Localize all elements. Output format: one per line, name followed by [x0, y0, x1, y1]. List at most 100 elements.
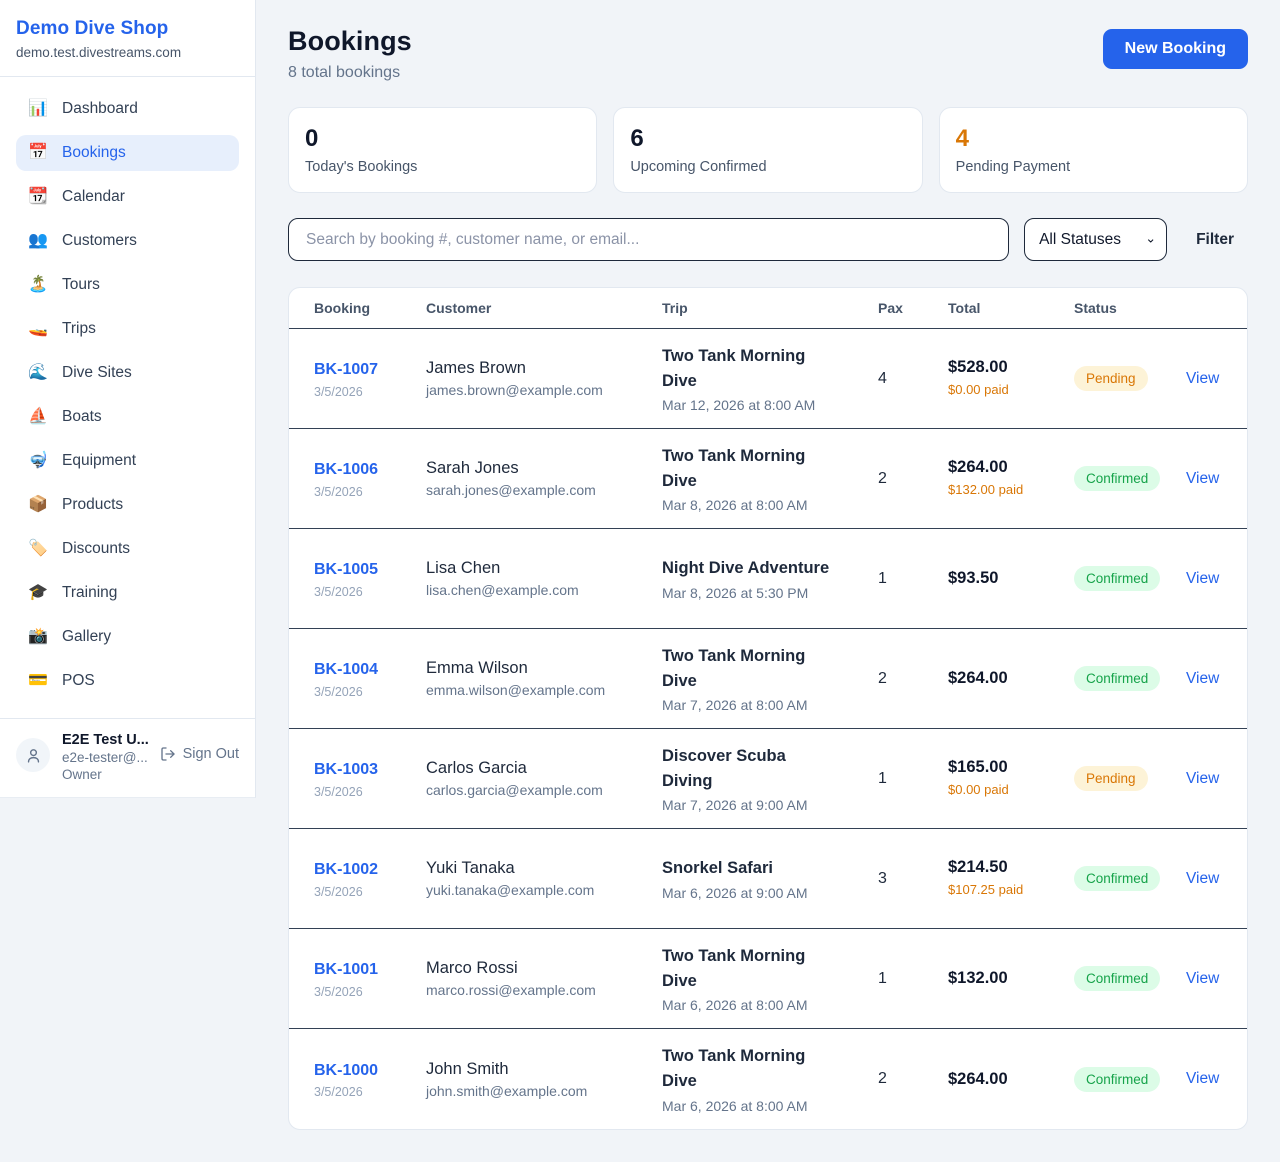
- island-icon: 🏝️: [28, 277, 48, 293]
- sidebar-item-equipment[interactable]: 🤿 Equipment: [16, 443, 239, 479]
- user-footer: E2E Test U... e2e-tester@... Owner Sign …: [0, 718, 255, 797]
- booking-id-link[interactable]: BK-1003: [314, 758, 390, 783]
- pax-count: 2: [878, 470, 948, 488]
- trip-name: Two Tank Morning Dive: [662, 444, 834, 494]
- search-input[interactable]: [288, 218, 1009, 261]
- total-amount: $93.50: [948, 569, 1074, 588]
- customer-email: james.brown@example.com: [426, 382, 662, 398]
- sign-out-button[interactable]: Sign Out: [160, 746, 239, 762]
- customer-email: lisa.chen@example.com: [426, 582, 662, 598]
- sidebar-item-label: Gallery: [62, 628, 111, 646]
- status-badge: Confirmed: [1074, 866, 1160, 891]
- trip-datetime: Mar 8, 2026 at 8:00 AM: [662, 497, 878, 513]
- view-link[interactable]: View: [1186, 670, 1219, 688]
- stat-label: Today's Bookings: [305, 159, 580, 175]
- status-badge: Pending: [1074, 366, 1148, 391]
- status-badge: Confirmed: [1074, 566, 1160, 591]
- sidebar-item-tours[interactable]: 🏝️ Tours: [16, 267, 239, 303]
- booking-id-link[interactable]: BK-1004: [314, 658, 390, 683]
- sidebar-item-products[interactable]: 📦 Products: [16, 487, 239, 523]
- booking-id-link[interactable]: BK-1005: [314, 558, 390, 583]
- total-amount: $264.00: [948, 1070, 1074, 1089]
- package-icon: 📦: [28, 497, 48, 513]
- credit-card-icon: 💳: [28, 673, 48, 689]
- trip-datetime: Mar 7, 2026 at 8:00 AM: [662, 697, 878, 713]
- sidebar-item-training[interactable]: 🎓 Training: [16, 575, 239, 611]
- sidebar-item-label: Tours: [62, 276, 100, 294]
- column-header-trip: Trip: [662, 300, 878, 316]
- sidebar-item-calendar[interactable]: 📆 Calendar: [16, 179, 239, 215]
- page-header: Bookings 8 total bookings New Booking: [288, 26, 1248, 82]
- view-link[interactable]: View: [1186, 570, 1219, 588]
- sidebar-item-label: Customers: [62, 232, 137, 250]
- bar-chart-icon: 📊: [28, 101, 48, 117]
- column-header-status: Status: [1074, 300, 1186, 316]
- column-header-customer: Customer: [426, 300, 662, 316]
- filter-button[interactable]: Filter: [1182, 221, 1248, 259]
- customer-email: john.smith@example.com: [426, 1083, 662, 1099]
- booking-row: BK-10063/5/2026 Sarah Jonessarah.jones@e…: [289, 429, 1247, 529]
- filter-row: All Statuses ⌄ Filter: [288, 218, 1248, 261]
- stats-row: 0 Today's Bookings 6 Upcoming Confirmed …: [288, 107, 1248, 193]
- sidebar-item-gallery[interactable]: 📸 Gallery: [16, 619, 239, 655]
- trip-name: Snorkel Safari: [662, 856, 834, 881]
- pax-count: 2: [878, 1070, 948, 1088]
- column-header-total: Total: [948, 300, 1074, 316]
- view-link[interactable]: View: [1186, 970, 1219, 988]
- user-info: E2E Test U... e2e-tester@... Owner: [62, 732, 160, 782]
- sidebar-item-customers[interactable]: 👥 Customers: [16, 223, 239, 259]
- booking-id-link[interactable]: BK-1002: [314, 858, 390, 883]
- booking-id-link[interactable]: BK-1000: [314, 1059, 390, 1084]
- total-amount: $264.00: [948, 458, 1074, 477]
- booking-id-link[interactable]: BK-1006: [314, 458, 390, 483]
- booking-row: BK-10043/5/2026 Emma Wilsonemma.wilson@e…: [289, 629, 1247, 729]
- booking-id-link[interactable]: BK-1001: [314, 958, 390, 983]
- stat-value: 4: [956, 125, 1231, 153]
- paid-amount: $0.00 paid: [948, 781, 1032, 800]
- trip-name: Night Dive Adventure: [662, 556, 834, 581]
- total-amount: $132.00: [948, 969, 1074, 988]
- trip-datetime: Mar 6, 2026 at 8:00 AM: [662, 1098, 878, 1114]
- status-badge: Confirmed: [1074, 1067, 1160, 1092]
- trip-name: Two Tank Morning Dive: [662, 644, 834, 694]
- sidebar-item-dive-sites[interactable]: 🌊 Dive Sites: [16, 355, 239, 391]
- user-email: e2e-tester@...: [62, 750, 160, 765]
- trip-name: Discover Scuba Diving: [662, 744, 834, 794]
- sidebar-item-label: Discounts: [62, 540, 130, 558]
- view-link[interactable]: View: [1186, 370, 1219, 388]
- new-booking-button[interactable]: New Booking: [1103, 29, 1248, 69]
- status-select-wrap: All Statuses ⌄: [1024, 218, 1167, 261]
- status-select[interactable]: All Statuses: [1024, 218, 1167, 261]
- pax-count: 2: [878, 670, 948, 688]
- sidebar-item-label: Dive Sites: [62, 364, 132, 382]
- status-badge: Confirmed: [1074, 666, 1160, 691]
- sidebar-item-pos[interactable]: 💳 POS: [16, 663, 239, 699]
- column-header-booking: Booking: [314, 300, 426, 316]
- booking-row: BK-10023/5/2026 Yuki Tanakayuki.tanaka@e…: [289, 829, 1247, 929]
- sidebar-item-discounts[interactable]: 🏷️ Discounts: [16, 531, 239, 567]
- sidebar-item-label: Boats: [62, 408, 102, 426]
- sidebar-item-bookings[interactable]: 📅 Bookings: [16, 135, 239, 171]
- sidebar-item-dashboard[interactable]: 📊 Dashboard: [16, 91, 239, 127]
- view-link[interactable]: View: [1186, 770, 1219, 788]
- trip-datetime: Mar 7, 2026 at 9:00 AM: [662, 797, 878, 813]
- user-role: Owner: [62, 767, 160, 782]
- booking-id-link[interactable]: BK-1007: [314, 358, 390, 383]
- total-amount: $528.00: [948, 358, 1074, 377]
- status-badge: Confirmed: [1074, 966, 1160, 991]
- logout-icon: [160, 746, 176, 762]
- page-title: Bookings: [288, 26, 412, 57]
- sidebar-item-trips[interactable]: 🚤 Trips: [16, 311, 239, 347]
- view-link[interactable]: View: [1186, 470, 1219, 488]
- customer-name: Lisa Chen: [426, 559, 662, 578]
- paid-amount: $107.25 paid: [948, 881, 1032, 900]
- booking-row: BK-10033/5/2026 Carlos Garciacarlos.garc…: [289, 729, 1247, 829]
- view-link[interactable]: View: [1186, 870, 1219, 888]
- stat-card-upcoming-confirmed: 6 Upcoming Confirmed: [613, 107, 922, 193]
- trip-datetime: Mar 6, 2026 at 9:00 AM: [662, 885, 878, 901]
- sidebar-item-label: Bookings: [62, 144, 126, 162]
- booking-date: 3/5/2026: [314, 1085, 426, 1099]
- view-link[interactable]: View: [1186, 1070, 1219, 1088]
- sidebar-item-boats[interactable]: ⛵ Boats: [16, 399, 239, 435]
- stat-card-pending-payment: 4 Pending Payment: [939, 107, 1248, 193]
